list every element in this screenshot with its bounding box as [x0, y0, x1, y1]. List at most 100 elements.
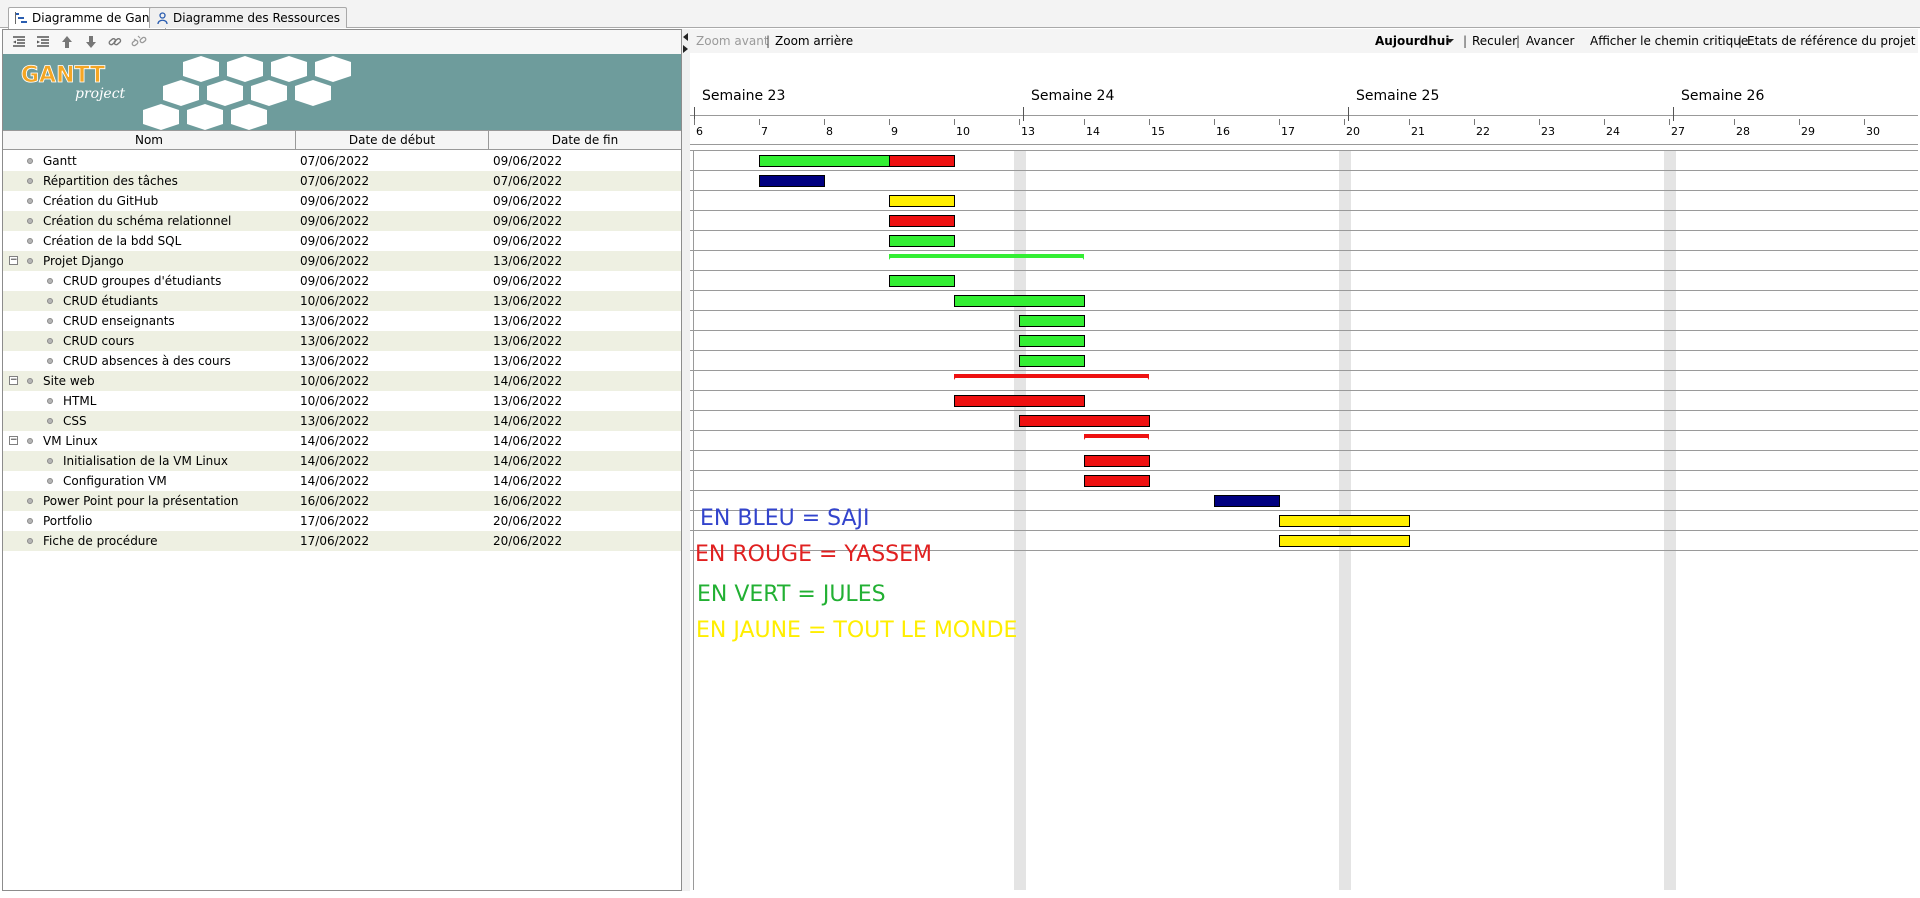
- task-start-date[interactable]: 13/06/2022: [300, 311, 369, 331]
- table-row[interactable]: − VM Linux 14/06/2022 14/06/2022: [3, 431, 681, 451]
- move-up-icon[interactable]: [59, 34, 77, 50]
- task-start-date[interactable]: 10/06/2022: [300, 291, 369, 311]
- task-start-date[interactable]: 07/06/2022: [300, 171, 369, 191]
- task-name[interactable]: VM Linux: [43, 431, 293, 451]
- task-end-date[interactable]: 13/06/2022: [493, 331, 562, 351]
- task-name[interactable]: CRUD cours: [63, 331, 293, 351]
- task-end-date[interactable]: 13/06/2022: [493, 291, 562, 311]
- task-name[interactable]: CRUD étudiants: [63, 291, 293, 311]
- move-down-icon[interactable]: [83, 34, 101, 50]
- table-row[interactable]: CRUD cours 13/06/2022 13/06/2022: [3, 331, 681, 351]
- collapse-toggle-icon[interactable]: −: [9, 256, 18, 265]
- task-start-date[interactable]: 13/06/2022: [300, 331, 369, 351]
- table-row[interactable]: HTML 10/06/2022 13/06/2022: [3, 391, 681, 411]
- table-row[interactable]: Initialisation de la VM Linux 14/06/2022 1…: [3, 451, 681, 471]
- task-start-date[interactable]: 13/06/2022: [300, 411, 369, 431]
- table-row[interactable]: CRUD enseignants 13/06/2022 13/06/2022: [3, 311, 681, 331]
- task-name[interactable]: Site web: [43, 371, 293, 391]
- task-end-date[interactable]: 20/06/2022: [493, 531, 562, 551]
- task-end-date[interactable]: 14/06/2022: [493, 411, 562, 431]
- chevron-down-icon[interactable]: [1445, 35, 1455, 49]
- task-end-date[interactable]: 09/06/2022: [493, 151, 562, 171]
- collapse-toggle-icon[interactable]: −: [9, 436, 18, 445]
- baselines-button[interactable]: Etats de référence du projet ...: [1747, 34, 1920, 48]
- task-start-date[interactable]: 09/06/2022: [300, 211, 369, 231]
- column-header-start[interactable]: Date de début: [296, 131, 489, 150]
- task-start-date[interactable]: 09/06/2022: [300, 231, 369, 251]
- task-name[interactable]: Gantt: [43, 151, 293, 171]
- task-end-date[interactable]: 14/06/2022: [493, 451, 562, 471]
- task-start-date[interactable]: 16/06/2022: [300, 491, 369, 511]
- table-row[interactable]: CSS 13/06/2022 14/06/2022: [3, 411, 681, 431]
- column-header-name[interactable]: Nom: [3, 131, 296, 150]
- back-button[interactable]: Reculer: [1472, 34, 1517, 48]
- task-end-date[interactable]: 13/06/2022: [493, 351, 562, 371]
- task-start-date[interactable]: 10/06/2022: [300, 391, 369, 411]
- indent-icon[interactable]: [35, 34, 53, 50]
- task-end-date[interactable]: 16/06/2022: [493, 491, 562, 511]
- task-name[interactable]: Portfolio: [43, 511, 293, 531]
- task-end-date[interactable]: 07/06/2022: [493, 171, 562, 191]
- column-header-end[interactable]: Date de fin: [489, 131, 681, 150]
- task-start-date[interactable]: 10/06/2022: [300, 371, 369, 391]
- link-icon[interactable]: [107, 34, 125, 50]
- table-row[interactable]: Portfolio 17/06/2022 20/06/2022: [3, 511, 681, 531]
- task-name[interactable]: CRUD absences à des cours: [63, 351, 293, 371]
- task-end-date[interactable]: 09/06/2022: [493, 271, 562, 291]
- task-start-date[interactable]: 09/06/2022: [300, 191, 369, 211]
- table-row[interactable]: Création du GitHub 09/06/2022 09/06/2022: [3, 191, 681, 211]
- task-end-date[interactable]: 14/06/2022: [493, 431, 562, 451]
- table-row[interactable]: Power Point pour la présentation 16/06/20…: [3, 491, 681, 511]
- task-end-date[interactable]: 14/06/2022: [493, 471, 562, 491]
- table-row[interactable]: Fiche de procédure 17/06/2022 20/06/2022: [3, 531, 681, 551]
- task-start-date[interactable]: 14/06/2022: [300, 471, 369, 491]
- table-row[interactable]: CRUD groupes d'étudiants 09/06/2022 09/06/…: [3, 271, 681, 291]
- zoom-in-button[interactable]: Zoom avant: [696, 34, 769, 48]
- task-name[interactable]: Fiche de procédure: [43, 531, 293, 551]
- splitter-arrows-icon[interactable]: [682, 31, 690, 61]
- task-end-date[interactable]: 13/06/2022: [493, 311, 562, 331]
- table-row[interactable]: Création du schéma relationnel 09/06/2022…: [3, 211, 681, 231]
- task-end-date[interactable]: 13/06/2022: [493, 391, 562, 411]
- task-name[interactable]: CSS: [63, 411, 293, 431]
- task-start-date[interactable]: 09/06/2022: [300, 271, 369, 291]
- task-name[interactable]: CRUD groupes d'étudiants: [63, 271, 293, 291]
- task-name[interactable]: CRUD enseignants: [63, 311, 293, 331]
- table-row[interactable]: − Site web 10/06/2022 14/06/2022: [3, 371, 681, 391]
- unlink-icon[interactable]: [131, 34, 149, 50]
- tab-gantt-chart[interactable]: Diagramme de Gantt: [8, 7, 166, 29]
- task-name[interactable]: Répartition des tâches: [43, 171, 293, 191]
- task-end-date[interactable]: 20/06/2022: [493, 511, 562, 531]
- table-row[interactable]: CRUD étudiants 10/06/2022 13/06/2022: [3, 291, 681, 311]
- task-end-date[interactable]: 14/06/2022: [493, 371, 562, 391]
- task-end-date[interactable]: 09/06/2022: [493, 191, 562, 211]
- task-end-date[interactable]: 13/06/2022: [493, 251, 562, 271]
- task-name[interactable]: Projet Django: [43, 251, 293, 271]
- table-row[interactable]: Création de la bdd SQL 09/06/2022 09/06/20…: [3, 231, 681, 251]
- zoom-out-button[interactable]: Zoom arrière: [775, 34, 853, 48]
- task-start-date[interactable]: 17/06/2022: [300, 511, 369, 531]
- task-name[interactable]: HTML: [63, 391, 293, 411]
- task-name[interactable]: Création du GitHub: [43, 191, 293, 211]
- outdent-icon[interactable]: [11, 34, 29, 50]
- tab-resources[interactable]: Diagramme des Ressources: [149, 7, 348, 28]
- table-row[interactable]: Répartition des tâches 07/06/2022 07/06/20…: [3, 171, 681, 191]
- task-start-date[interactable]: 09/06/2022: [300, 251, 369, 271]
- task-start-date[interactable]: 14/06/2022: [300, 451, 369, 471]
- critical-path-button[interactable]: Afficher le chemin critique: [1590, 34, 1748, 48]
- table-row[interactable]: Configuration VM 14/06/2022 14/06/2022: [3, 471, 681, 491]
- task-name[interactable]: Configuration VM: [63, 471, 293, 491]
- task-start-date[interactable]: 14/06/2022: [300, 431, 369, 451]
- collapse-toggle-icon[interactable]: −: [9, 376, 18, 385]
- today-button[interactable]: Aujourdhui: [1375, 34, 1449, 48]
- task-start-date[interactable]: 07/06/2022: [300, 151, 369, 171]
- task-end-date[interactable]: 09/06/2022: [493, 211, 562, 231]
- task-name[interactable]: Power Point pour la présentation: [43, 491, 293, 511]
- table-row[interactable]: Gantt 07/06/2022 09/06/2022: [3, 151, 681, 171]
- table-row[interactable]: − Projet Django 09/06/2022 13/06/2022: [3, 251, 681, 271]
- panel-splitter[interactable]: [682, 29, 690, 891]
- task-start-date[interactable]: 17/06/2022: [300, 531, 369, 551]
- task-name[interactable]: Initialisation de la VM Linux: [63, 451, 293, 471]
- table-row[interactable]: CRUD absences à des cours 13/06/2022 13/06…: [3, 351, 681, 371]
- task-name[interactable]: Création du schéma relationnel: [43, 211, 293, 231]
